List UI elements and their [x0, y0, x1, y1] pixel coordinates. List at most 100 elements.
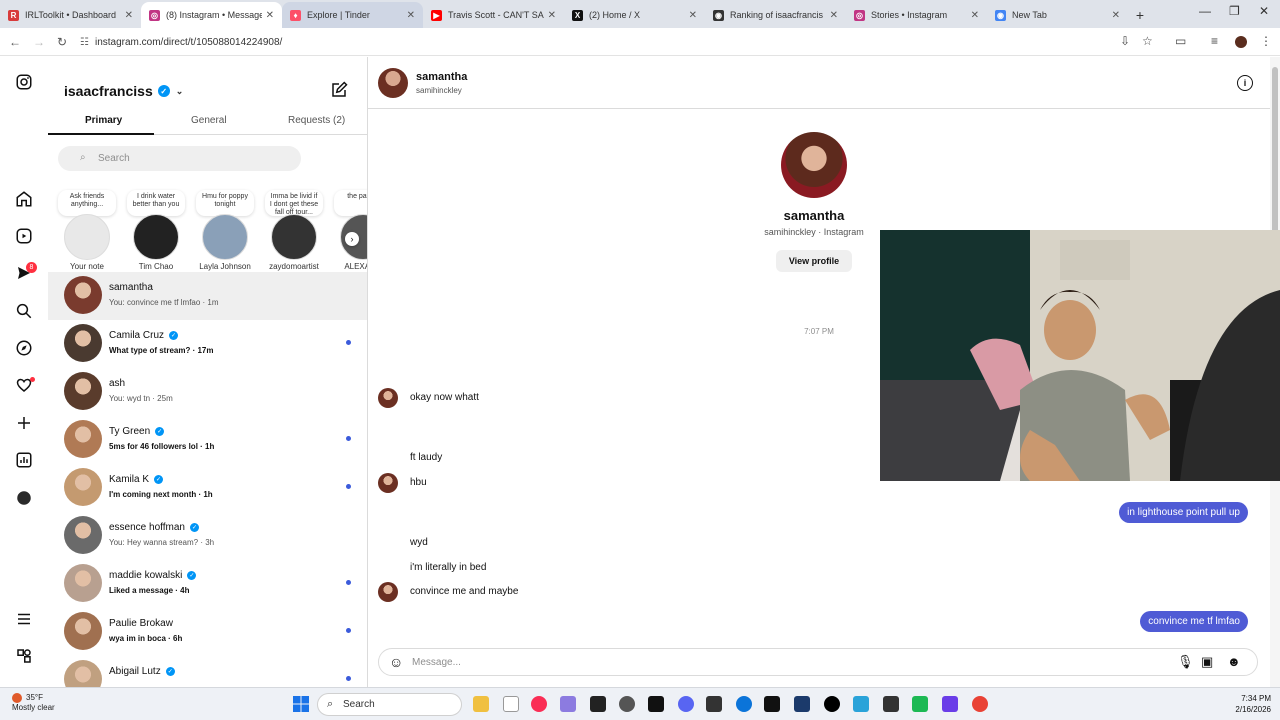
microphone-icon[interactable]: 🎙 — [1177, 654, 1194, 670]
note-item[interactable]: the pat wil ALEXAND — [331, 190, 367, 271]
weather-widget[interactable]: 35°F Mostly clear — [12, 693, 55, 713]
received-message[interactable]: convince me and maybe — [410, 581, 527, 602]
emoji-icon[interactable]: ☺ — [389, 654, 403, 670]
account-switcher[interactable]: isaacfranciss ✓ ⌄ — [64, 83, 183, 99]
tab-close-icon[interactable]: ✕ — [548, 10, 556, 21]
received-message[interactable]: i'm literally in bed — [410, 557, 495, 578]
tab-primary[interactable]: Primary — [85, 115, 122, 126]
tab-close-icon[interactable]: ✕ — [971, 10, 979, 21]
app-icon-2[interactable] — [706, 696, 722, 712]
browser-tab[interactable]: ◎ Stories • Instagram ✕ — [846, 2, 987, 28]
also-from-meta-icon[interactable] — [14, 646, 34, 666]
notes-next-arrow-icon[interactable]: › — [345, 232, 359, 246]
app-icon-4[interactable] — [853, 696, 869, 712]
obs-icon[interactable] — [619, 696, 635, 712]
browser-tab[interactable]: R IRLToolkit • Dashboard ✕ — [0, 2, 141, 28]
message-input[interactable]: Message... — [412, 657, 461, 668]
note-item[interactable]: Hmu for poppy tonight Layla Johnson — [193, 190, 257, 271]
conversation-row[interactable]: Abigail Lutz ✓ — [48, 656, 367, 687]
sent-message-bubble[interactable]: convince me tf lmfao — [1140, 611, 1248, 632]
tab-close-icon[interactable]: ✕ — [689, 10, 697, 21]
conversation-row[interactable]: maddie kowalski ✓ Liked a message · 4h — [48, 560, 367, 608]
back-button[interactable]: ← — [3, 35, 27, 49]
chat-name[interactable]: samantha — [416, 71, 467, 83]
close-window-button[interactable]: ✕ — [1259, 4, 1269, 18]
music-icon[interactable] — [531, 696, 547, 712]
tab-close-icon[interactable]: ✕ — [830, 10, 838, 21]
note-item[interactable]: Ask friends anything... Your note — [55, 190, 119, 271]
search-input[interactable]: ⌕ Search — [58, 146, 301, 171]
media-icon[interactable]: ≡ — [1211, 34, 1218, 48]
profile-avatar[interactable] — [1235, 36, 1247, 48]
install-icon[interactable]: ⇩ — [1120, 34, 1130, 48]
browser-tab[interactable]: ◉ New Tab ✕ — [987, 2, 1128, 28]
sidebar-icon[interactable]: ▭ — [1175, 34, 1186, 48]
create-plus-icon[interactable] — [14, 413, 34, 433]
conversation-row[interactable]: Camila Cruz ✓ What type of stream? · 17m — [48, 320, 367, 368]
received-message[interactable]: okay now whatt — [410, 387, 488, 408]
system-clock[interactable]: 7:34 PM 2/16/2026 — [1225, 693, 1271, 715]
reload-button[interactable]: ↻ — [50, 35, 74, 49]
tab-close-icon[interactable]: ✕ — [266, 10, 274, 21]
battlenet-icon[interactable] — [794, 696, 810, 712]
home-icon[interactable] — [14, 189, 34, 209]
tab-general[interactable]: General — [191, 115, 227, 126]
minimize-button[interactable]: — — [1199, 4, 1211, 18]
browser-tab[interactable]: ♦ Explore | Tinder ✕ — [282, 2, 423, 28]
file-explorer-icon[interactable] — [473, 696, 489, 712]
menu-icon[interactable]: ⋮ — [1260, 34, 1272, 48]
bookmark-star-icon[interactable]: ☆ — [1142, 34, 1153, 48]
app-icon-6[interactable] — [912, 696, 928, 712]
message-composer[interactable]: ☺ Message... 🎙 ▣ ☻ — [378, 648, 1258, 676]
edge-icon[interactable] — [736, 696, 752, 712]
notepad-icon[interactable] — [503, 696, 519, 712]
sent-message-bubble[interactable]: in lighthouse point pull up — [1119, 502, 1248, 523]
conversation-row[interactable]: Kamila K ✓ I'm coming next month · 1h — [48, 464, 367, 512]
app-icon-7[interactable] — [942, 696, 958, 712]
dashboard-icon[interactable] — [14, 450, 34, 470]
conversation-row[interactable]: samantha You: convince me tf lmfao · 1m — [48, 272, 367, 320]
received-message[interactable]: hbu — [410, 472, 436, 493]
chat-avatar[interactable] — [378, 68, 408, 98]
windows-start-icon[interactable] — [293, 696, 309, 712]
call-of-duty-icon[interactable] — [764, 696, 780, 712]
taskbar-search[interactable]: ⌕ Search — [317, 693, 462, 716]
new-message-icon[interactable] — [330, 81, 348, 99]
browser-tab[interactable]: ◉ Ranking of isaacfrancis | E ✕ — [705, 2, 846, 28]
info-icon[interactable]: i — [1237, 75, 1253, 91]
conversation-row[interactable]: essence hoffman ✓ You: Hey wanna stream? ·… — [48, 512, 367, 560]
epic-games-icon[interactable] — [590, 696, 606, 712]
browser-tab[interactable]: ◎ (8) Instagram • Messages ✕ — [141, 2, 282, 28]
received-message[interactable]: wyd — [410, 532, 437, 553]
search-icon[interactable] — [14, 301, 34, 321]
received-message[interactable]: ft laudy — [410, 447, 451, 468]
browser-tab[interactable]: X (2) Home / X ✕ — [564, 2, 705, 28]
app-icon[interactable] — [560, 696, 576, 712]
app-icon-5[interactable] — [883, 696, 899, 712]
note-item[interactable]: I drink water better than you Tim Chao — [124, 190, 188, 271]
url-field[interactable]: ☷ instagram.com/direct/t/105088014224908… — [80, 33, 1180, 51]
chrome-icon[interactable] — [972, 696, 988, 712]
maximize-button[interactable]: ❐ — [1229, 4, 1240, 18]
view-profile-button[interactable]: View profile — [776, 250, 852, 272]
conversation-row[interactable]: Ty Green ✓ 5ms for 46 followers lol · 1h — [48, 416, 367, 464]
scrollbar-thumb[interactable] — [1272, 67, 1278, 237]
conversation-row[interactable]: ash You: wyd tn · 25m — [48, 368, 367, 416]
discord-icon[interactable] — [678, 696, 694, 712]
forward-button[interactable]: → — [27, 35, 51, 49]
tab-close-icon[interactable]: ✕ — [125, 10, 133, 21]
capcut-icon[interactable] — [648, 696, 664, 712]
site-info-icon[interactable]: ☷ — [80, 37, 89, 48]
browser-tab[interactable]: ▶ Travis Scott - CAN'T SA ✕ — [423, 2, 564, 28]
tab-close-icon[interactable]: ✕ — [1112, 10, 1120, 21]
sticker-icon[interactable]: ☻ — [1227, 654, 1241, 669]
app-icon-3[interactable] — [824, 696, 840, 712]
new-tab-button[interactable]: + — [1128, 2, 1152, 28]
instagram-logo-icon[interactable] — [14, 72, 34, 92]
tab-requests[interactable]: Requests (2) — [288, 115, 345, 126]
note-item[interactable]: Imma be livid if I dont get these fall o… — [262, 190, 326, 271]
tab-close-icon[interactable]: ✕ — [407, 10, 415, 21]
reels-icon[interactable] — [14, 226, 34, 246]
explore-icon[interactable] — [14, 338, 34, 358]
more-menu-icon[interactable] — [14, 609, 34, 629]
